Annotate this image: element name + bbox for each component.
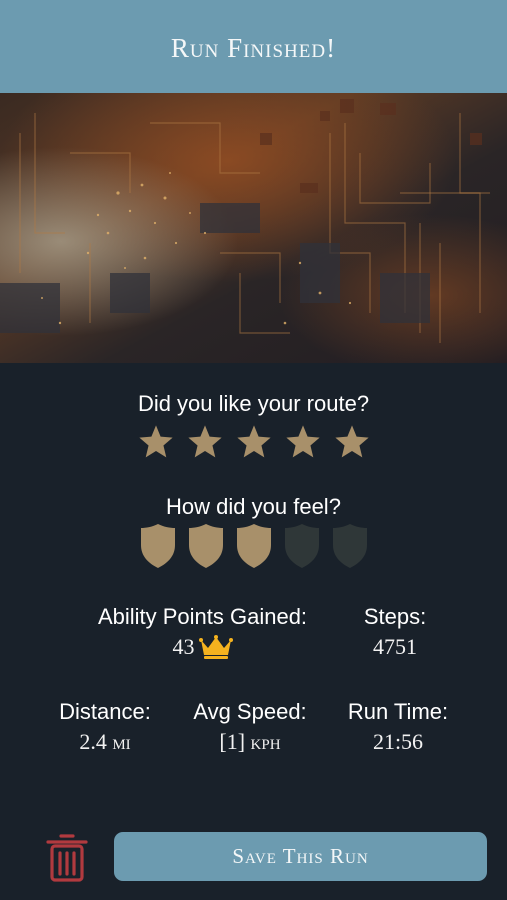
distance-stat: Distance: 2.4 mi [40,699,170,755]
star-icon[interactable] [186,423,224,461]
ability-points-stat: Ability Points Gained: 43 [70,604,335,660]
route-question: Did you like your route? [137,391,370,416]
star-icon[interactable] [235,423,273,461]
page-title: Run Finished! [170,33,337,63]
steps-label: Steps: [363,604,427,629]
feel-rating[interactable] [0,523,507,569]
save-run-label: Save This Run [232,844,369,868]
run-time-stat: Run Time: 21:56 [332,699,464,755]
ability-points-value-row: 43 [70,634,335,660]
run-time-label: Run Time: [347,699,449,724]
distance-value: 2.4 mi [79,729,131,754]
shield-icon[interactable] [283,523,321,569]
shield-icon[interactable] [139,523,177,569]
shield-icon[interactable] [331,523,369,569]
steps-value: 4751 [373,634,417,659]
app-header: Run Finished! [0,0,507,93]
abstract-artwork [0,93,507,363]
shield-icon[interactable] [187,523,225,569]
steps-stat: Steps: 4751 [340,604,450,660]
save-run-button[interactable]: Save This Run [114,832,487,881]
ability-points-label: Ability Points Gained: [97,604,308,629]
route-rating[interactable] [0,423,507,461]
trash-icon[interactable] [45,831,89,883]
avg-speed-label: Avg Speed: [193,699,307,724]
star-icon[interactable] [333,423,371,461]
avg-speed-value: [1] kph [219,729,281,754]
run-time-value: 21:56 [372,729,424,754]
distance-label: Distance: [59,699,151,724]
avg-speed-stat: Avg Speed: [1] kph [175,699,325,755]
shield-icon[interactable] [235,523,273,569]
star-icon[interactable] [137,423,175,461]
crown-icon [198,635,233,659]
star-icon[interactable] [284,423,322,461]
feel-question: How did you feel? [166,494,341,519]
ability-points-value: 43 [172,634,195,659]
hero-image [0,93,507,363]
